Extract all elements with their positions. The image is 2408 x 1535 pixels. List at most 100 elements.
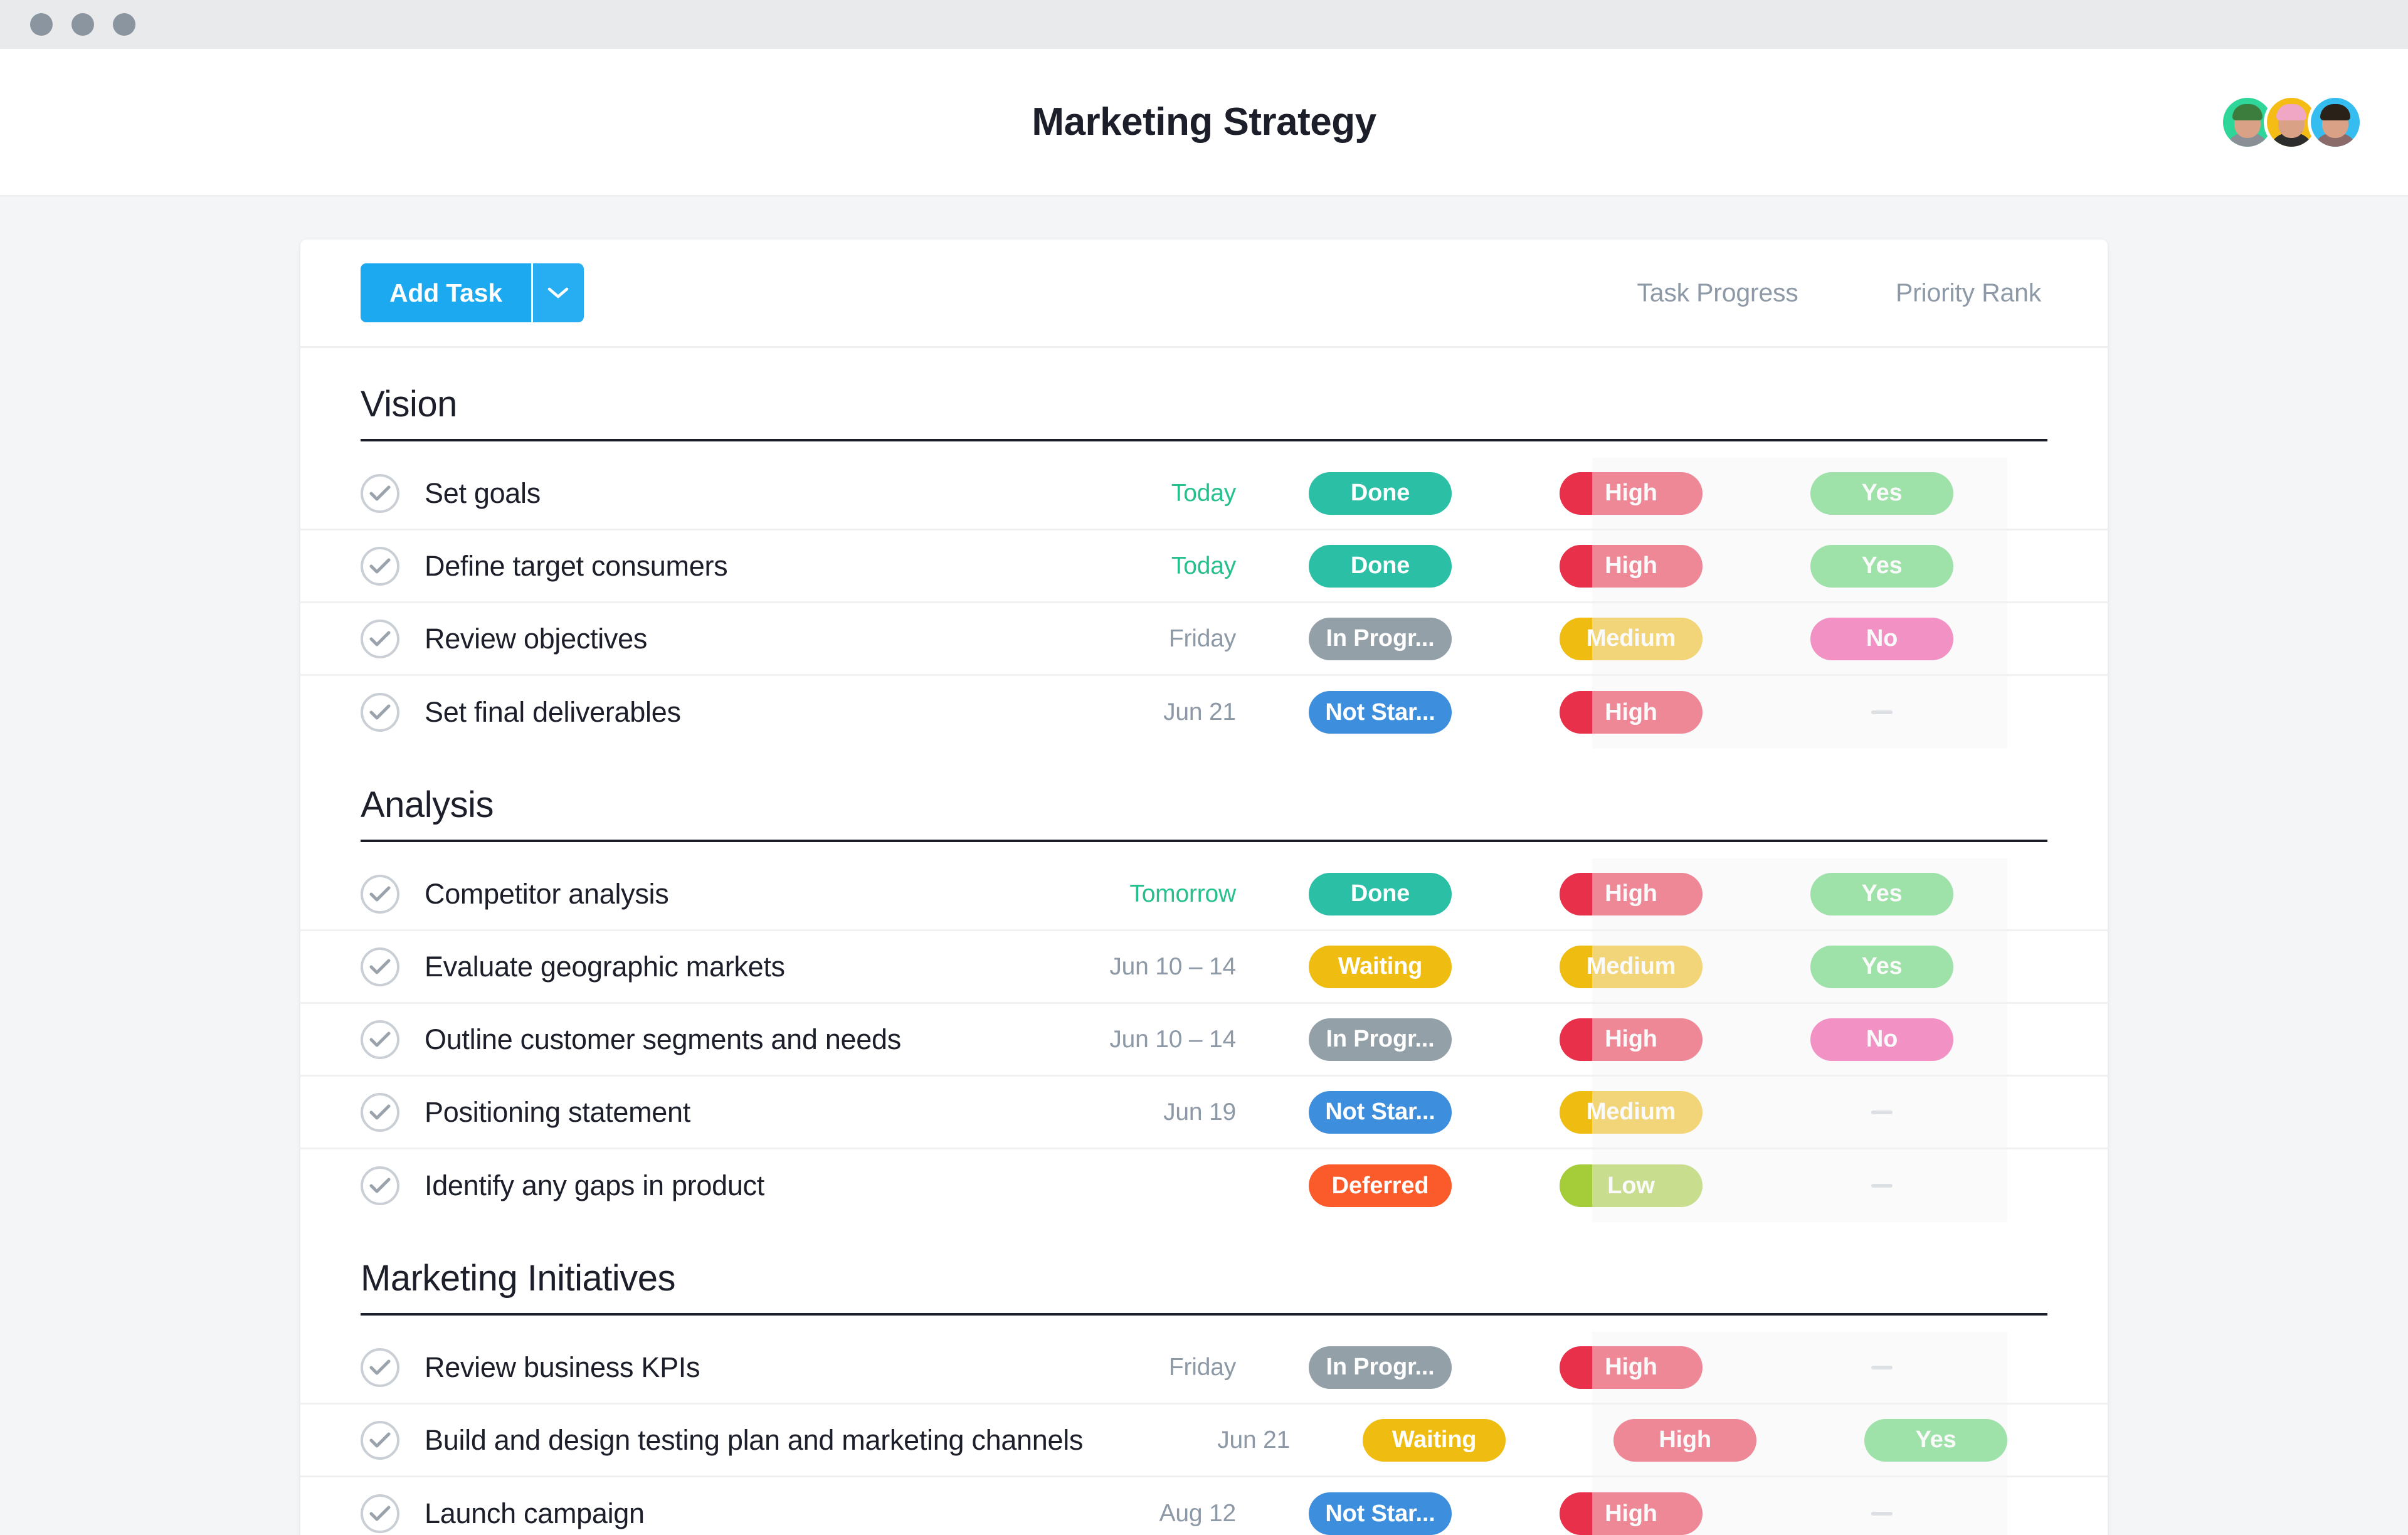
task-complete-checkbox-icon[interactable] bbox=[361, 473, 399, 513]
task-name[interactable]: Define target consumers bbox=[425, 550, 1029, 583]
task-progress-badge[interactable]: Waiting bbox=[1363, 1418, 1506, 1462]
task-progress-badge-cell[interactable]: Not Star... bbox=[1255, 1492, 1506, 1535]
approved-badge-cell[interactable] bbox=[1756, 710, 2007, 714]
approved-badge[interactable]: Yes bbox=[1864, 1418, 2008, 1462]
approved-badge-cell[interactable]: Yes bbox=[1756, 872, 2007, 915]
task-complete-checkbox-icon[interactable] bbox=[361, 874, 399, 914]
approved-badge[interactable]: Yes bbox=[1810, 472, 1953, 515]
task-due-date[interactable]: Jun 21 bbox=[1083, 1427, 1309, 1454]
approved-badge[interactable]: No bbox=[1810, 1018, 1953, 1061]
approved-badge-empty[interactable] bbox=[1871, 1365, 1893, 1369]
task-name[interactable]: Evaluate geographic markets bbox=[425, 951, 1029, 983]
priority-rank-badge-cell[interactable]: High bbox=[1560, 1418, 1810, 1462]
priority-rank-badge-cell[interactable]: High bbox=[1506, 472, 1756, 515]
priority-rank-badge[interactable]: High bbox=[1560, 1346, 1703, 1389]
approved-badge[interactable]: Yes bbox=[1810, 945, 1953, 988]
task-progress-badge-cell[interactable]: Not Star... bbox=[1255, 691, 1506, 734]
approved-badge[interactable]: No bbox=[1810, 617, 1953, 660]
task-row[interactable]: Review objectives Friday In Progr... Medium… bbox=[300, 603, 2108, 676]
task-complete-checkbox-icon[interactable] bbox=[361, 1494, 399, 1533]
task-due-date[interactable]: Tomorrow bbox=[1029, 880, 1255, 908]
approved-badge-cell[interactable]: Yes bbox=[1756, 945, 2007, 988]
task-progress-badge[interactable]: Not Star... bbox=[1309, 691, 1452, 734]
task-name[interactable]: Outline customer segments and needs bbox=[425, 1023, 1029, 1056]
task-row[interactable]: Positioning statement Jun 19 Not Star... Me… bbox=[300, 1077, 2108, 1149]
task-progress-badge[interactable]: Not Star... bbox=[1309, 1090, 1452, 1134]
priority-rank-badge[interactable]: High bbox=[1613, 1418, 1757, 1462]
maximize-dot[interactable] bbox=[113, 13, 135, 36]
priority-rank-badge-cell[interactable]: High bbox=[1506, 1346, 1756, 1389]
avatar-group[interactable] bbox=[2220, 94, 2363, 150]
approved-badge-cell[interactable]: No bbox=[1756, 1018, 2007, 1061]
task-progress-badge[interactable]: Done bbox=[1309, 872, 1452, 915]
task-complete-checkbox-icon[interactable] bbox=[361, 619, 399, 658]
task-due-date[interactable]: Today bbox=[1029, 480, 1255, 507]
task-complete-checkbox-icon[interactable] bbox=[361, 1348, 399, 1387]
approved-badge-cell[interactable] bbox=[1756, 1365, 2007, 1369]
task-name[interactable]: Set goals bbox=[425, 477, 1029, 510]
column-header-priority-rank[interactable]: Priority Rank bbox=[1843, 278, 2094, 308]
task-progress-badge[interactable]: Waiting bbox=[1309, 945, 1452, 988]
task-progress-badge-cell[interactable]: Done bbox=[1255, 872, 1506, 915]
task-complete-checkbox-icon[interactable] bbox=[361, 947, 399, 986]
task-progress-badge[interactable]: In Progr... bbox=[1309, 617, 1452, 660]
section-title[interactable]: Vision bbox=[300, 348, 2108, 439]
task-row[interactable]: Define target consumers Today Done High Yes bbox=[300, 530, 2108, 603]
task-name[interactable]: Launch campaign bbox=[425, 1497, 1029, 1530]
approved-badge-cell[interactable]: Yes bbox=[1810, 1418, 2061, 1462]
task-progress-badge-cell[interactable]: In Progr... bbox=[1255, 1018, 1506, 1061]
priority-rank-badge[interactable]: Medium bbox=[1560, 617, 1703, 660]
task-row[interactable]: Identify any gaps in product Deferred Low bbox=[300, 1149, 2108, 1222]
priority-rank-badge[interactable]: High bbox=[1560, 872, 1703, 915]
approved-badge-empty[interactable] bbox=[1871, 1512, 1893, 1516]
approved-badge-empty[interactable] bbox=[1871, 1110, 1893, 1114]
task-name[interactable]: Review objectives bbox=[425, 623, 1029, 655]
approved-badge-cell[interactable]: No bbox=[1756, 617, 2007, 660]
approved-badge-empty[interactable] bbox=[1871, 710, 1893, 714]
priority-rank-badge[interactable]: Medium bbox=[1560, 945, 1703, 988]
task-due-date[interactable]: Friday bbox=[1029, 625, 1255, 653]
task-progress-badge-cell[interactable]: Done bbox=[1255, 544, 1506, 588]
column-header-approved[interactable]: Approved? bbox=[2094, 278, 2108, 308]
priority-rank-badge[interactable]: High bbox=[1560, 472, 1703, 515]
section-title[interactable]: Analysis bbox=[300, 749, 2108, 840]
priority-rank-badge-cell[interactable]: High bbox=[1506, 1492, 1756, 1535]
task-row[interactable]: Set goals Today Done High Yes bbox=[300, 458, 2108, 530]
task-row[interactable]: Launch campaign Aug 12 Not Star... High bbox=[300, 1477, 2108, 1535]
task-progress-badge[interactable]: In Progr... bbox=[1309, 1346, 1452, 1389]
add-task-group[interactable]: Add Task bbox=[361, 263, 584, 322]
task-complete-checkbox-icon[interactable] bbox=[361, 693, 399, 732]
priority-rank-badge-cell[interactable]: High bbox=[1506, 691, 1756, 734]
avatar[interactable] bbox=[2308, 94, 2363, 150]
approved-badge[interactable]: Yes bbox=[1810, 872, 1953, 915]
minimize-dot[interactable] bbox=[71, 13, 94, 36]
task-due-date[interactable]: Jun 10 – 14 bbox=[1029, 1026, 1255, 1053]
task-name[interactable]: Review business KPIs bbox=[425, 1351, 1029, 1384]
task-due-date[interactable]: Today bbox=[1029, 552, 1255, 580]
task-progress-badge-cell[interactable]: Waiting bbox=[1255, 945, 1506, 988]
task-complete-checkbox-icon[interactable] bbox=[361, 1092, 399, 1132]
task-name[interactable]: Build and design testing plan and market… bbox=[425, 1424, 1083, 1457]
approved-badge-cell[interactable]: Yes bbox=[1756, 472, 2007, 515]
task-progress-badge[interactable]: In Progr... bbox=[1309, 1018, 1452, 1061]
task-complete-checkbox-icon[interactable] bbox=[361, 546, 399, 586]
priority-rank-badge[interactable]: Low bbox=[1560, 1164, 1703, 1207]
approved-badge[interactable]: Yes bbox=[1810, 544, 1953, 588]
priority-rank-badge[interactable]: Medium bbox=[1560, 1090, 1703, 1134]
priority-rank-badge[interactable]: High bbox=[1560, 1492, 1703, 1535]
task-due-date[interactable]: Friday bbox=[1029, 1354, 1255, 1381]
section-title[interactable]: Marketing Initiatives bbox=[300, 1222, 2108, 1313]
priority-rank-badge-cell[interactable]: Medium bbox=[1506, 617, 1756, 660]
task-name[interactable]: Positioning statement bbox=[425, 1096, 1029, 1129]
priority-rank-badge[interactable]: High bbox=[1560, 691, 1703, 734]
approved-badge-cell[interactable]: Yes bbox=[1756, 544, 2007, 588]
approved-badge-cell[interactable] bbox=[1756, 1184, 2007, 1188]
task-row[interactable]: Competitor analysis Tomorrow Done High Yes bbox=[300, 858, 2108, 931]
priority-rank-badge[interactable]: High bbox=[1560, 1018, 1703, 1061]
task-progress-badge[interactable]: Done bbox=[1309, 544, 1452, 588]
task-row[interactable]: Evaluate geographic markets Jun 10 – 14 Wa… bbox=[300, 931, 2108, 1004]
task-row[interactable]: Set final deliverables Jun 21 Not Star... H… bbox=[300, 676, 2108, 749]
add-task-dropdown-button[interactable] bbox=[531, 263, 584, 322]
priority-rank-badge-cell[interactable]: High bbox=[1506, 544, 1756, 588]
task-progress-badge-cell[interactable]: Deferred bbox=[1255, 1164, 1506, 1207]
